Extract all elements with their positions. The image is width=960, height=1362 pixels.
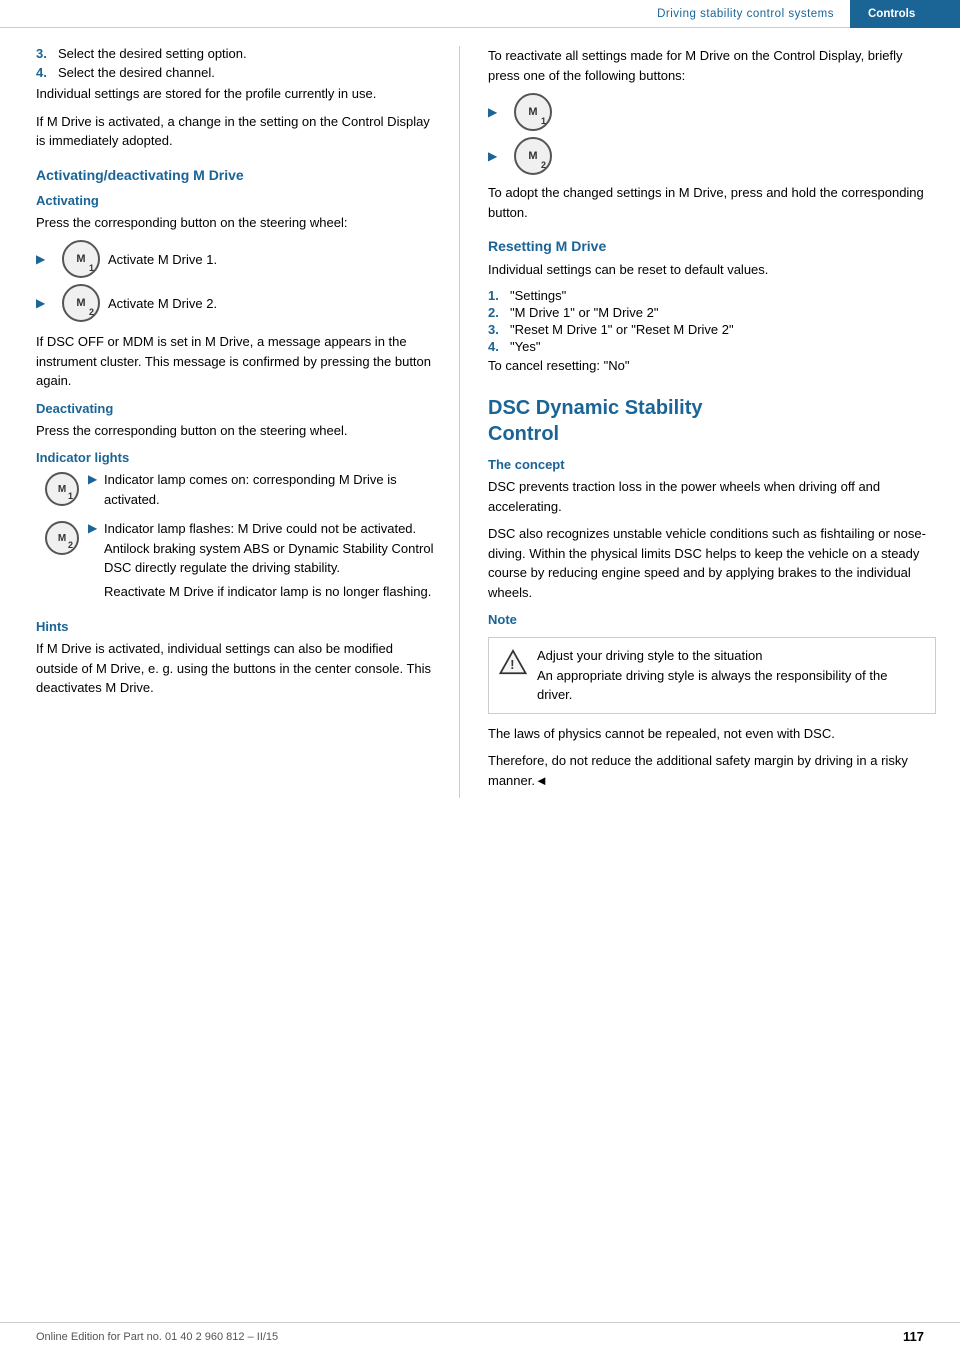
note-box: ! Adjust your driving style to the situa… xyxy=(488,637,936,714)
resetting-steps: 1. "Settings" 2. "M Drive 1" or "M Drive… xyxy=(488,288,936,354)
step3-num: 3. xyxy=(36,46,58,61)
activating-intro: Press the corresponding button on the st… xyxy=(36,213,435,233)
page-footer: Online Edition for Part no. 01 40 2 960 … xyxy=(0,1322,960,1344)
m-drive-2-bullet: ▶ M2 Activate M Drive 2. xyxy=(36,284,435,322)
reset-step-3: 3. "Reset M Drive 1" or "Reset M Drive 2… xyxy=(488,322,936,337)
reset-step3-text: "Reset M Drive 1" or "Reset M Drive 2" xyxy=(510,322,936,337)
bullet-arrow-1: ▶ xyxy=(36,252,54,266)
note-line2: An appropriate driving style is always t… xyxy=(537,668,887,703)
right-column: To reactivate all settings made for M Dr… xyxy=(460,46,960,798)
page-number: 117 xyxy=(903,1329,924,1344)
indicator-1-text-col: ▶ Indicator lamp comes on: corresponding… xyxy=(88,470,435,509)
reactivate-arrow-2: ▶ xyxy=(488,149,506,163)
reset-step3-num: 3. xyxy=(488,322,510,337)
reactivate-m1-icon: M1 xyxy=(514,93,552,131)
reactivate-m2-bullet: ▶ M2 xyxy=(488,137,936,175)
indicator-1-arrow: ▶ xyxy=(88,470,104,486)
reset-step4-num: 4. xyxy=(488,339,510,354)
indicator-2-desc: Indicator lamp flashes: M Drive could no… xyxy=(104,519,435,578)
indicator-1-desc: Indicator lamp comes on: corresponding M… xyxy=(104,470,435,509)
m2-action-label: Activate M Drive 2. xyxy=(108,296,217,311)
subsection-hints: Hints xyxy=(36,619,435,634)
hints-text: If M Drive is activated, individual sett… xyxy=(36,639,435,698)
indicator-row-1: M1 ▶ Indicator lamp comes on: correspond… xyxy=(36,470,435,509)
subsection-activating: Activating xyxy=(36,193,435,208)
indicator-2-text-col: ▶ Indicator lamp flashes: M Drive could … xyxy=(88,519,435,609)
warning-icon: ! xyxy=(499,648,527,676)
resetting-intro: Individual settings can be reset to defa… xyxy=(488,260,936,280)
page-header: Driving stability control systems Contro… xyxy=(0,0,960,28)
step3-text: Select the desired setting option. xyxy=(58,46,435,61)
header-section: Controls xyxy=(850,0,960,28)
reactivate-m2-icon: M2 xyxy=(514,137,552,175)
reset-step4-text: "Yes" xyxy=(510,339,936,354)
footer-edition: Online Edition for Part no. 01 40 2 960 … xyxy=(36,1331,278,1343)
reset-step1-text: "Settings" xyxy=(510,288,936,303)
main-content: 3. Select the desired setting option. 4.… xyxy=(0,28,960,798)
note-text-block: Adjust your driving style to the situati… xyxy=(537,646,925,705)
dsc-off-para: If DSC OFF or MDM is set in M Drive, a m… xyxy=(36,332,435,391)
subsection-indicator: Indicator lights xyxy=(36,450,435,465)
reset-step2-num: 2. xyxy=(488,305,510,320)
concept-para-1: DSC prevents traction loss in the power … xyxy=(488,477,936,516)
step4-num: 4. xyxy=(36,65,58,80)
m1-button-icon: M1 xyxy=(62,240,100,278)
indicator-m2-icon: M2 xyxy=(45,521,79,555)
m1-action-label: Activate M Drive 1. xyxy=(108,252,217,267)
step-3: 3. Select the desired setting option. xyxy=(36,46,435,61)
reactivate-arrow-1: ▶ xyxy=(488,105,506,119)
indicator-2-extra: Reactivate M Drive if indicator lamp is … xyxy=(104,582,431,602)
header-chapter: Driving stability control systems xyxy=(0,8,850,20)
note-line1: Adjust your driving style to the situati… xyxy=(537,648,762,663)
indicator-row-2: M2 ▶ Indicator lamp flashes: M Drive cou… xyxy=(36,519,435,609)
dsc-heading: DSC Dynamic Stability Control xyxy=(488,395,936,447)
reset-step-4: 4. "Yes" xyxy=(488,339,936,354)
reset-step2-text: "M Drive 1" or "M Drive 2" xyxy=(510,305,936,320)
m-drive-change-para: If M Drive is activated, a change in the… xyxy=(36,112,435,151)
reset-step-1: 1. "Settings" xyxy=(488,288,936,303)
concept-para-2: DSC also recognizes unstable vehicle con… xyxy=(488,524,936,602)
indicator-2-icon-col: M2 xyxy=(36,519,88,555)
indicator-m1-icon: M1 xyxy=(45,472,79,506)
indicator-1-icon-col: M1 xyxy=(36,470,88,509)
svg-text:!: ! xyxy=(510,658,514,672)
section-activate-deactivate: Activating/deactivating M Drive xyxy=(36,167,435,183)
section-resetting: Resetting M Drive xyxy=(488,238,936,254)
step-4: 4. Select the desired channel. xyxy=(36,65,435,80)
note-para3: Therefore, do not reduce the additional … xyxy=(488,751,936,790)
bullet-arrow-2: ▶ xyxy=(36,296,54,310)
reset-step1-num: 1. xyxy=(488,288,510,303)
reactivate-m1-bullet: ▶ M1 xyxy=(488,93,936,131)
reactivate-para: To reactivate all settings made for M Dr… xyxy=(488,46,936,85)
indicator-2-arrow: ▶ xyxy=(88,519,104,578)
note-heading: Note xyxy=(488,612,936,627)
note-para2: The laws of physics cannot be repealed, … xyxy=(488,724,936,744)
adopt-para: To adopt the changed settings in M Drive… xyxy=(488,183,936,222)
cancel-text: To cancel resetting: "No" xyxy=(488,356,936,376)
step4-text: Select the desired channel. xyxy=(58,65,435,80)
reset-step-2: 2. "M Drive 1" or "M Drive 2" xyxy=(488,305,936,320)
concept-heading: The concept xyxy=(488,457,936,472)
m2-button-icon: M2 xyxy=(62,284,100,322)
m-drive-1-bullet: ▶ M1 Activate M Drive 1. xyxy=(36,240,435,278)
individual-settings-para: Individual settings are stored for the p… xyxy=(36,84,435,104)
subsection-deactivating: Deactivating xyxy=(36,401,435,416)
deactivating-text: Press the corresponding button on the st… xyxy=(36,421,435,441)
left-column: 3. Select the desired setting option. 4.… xyxy=(0,46,460,798)
